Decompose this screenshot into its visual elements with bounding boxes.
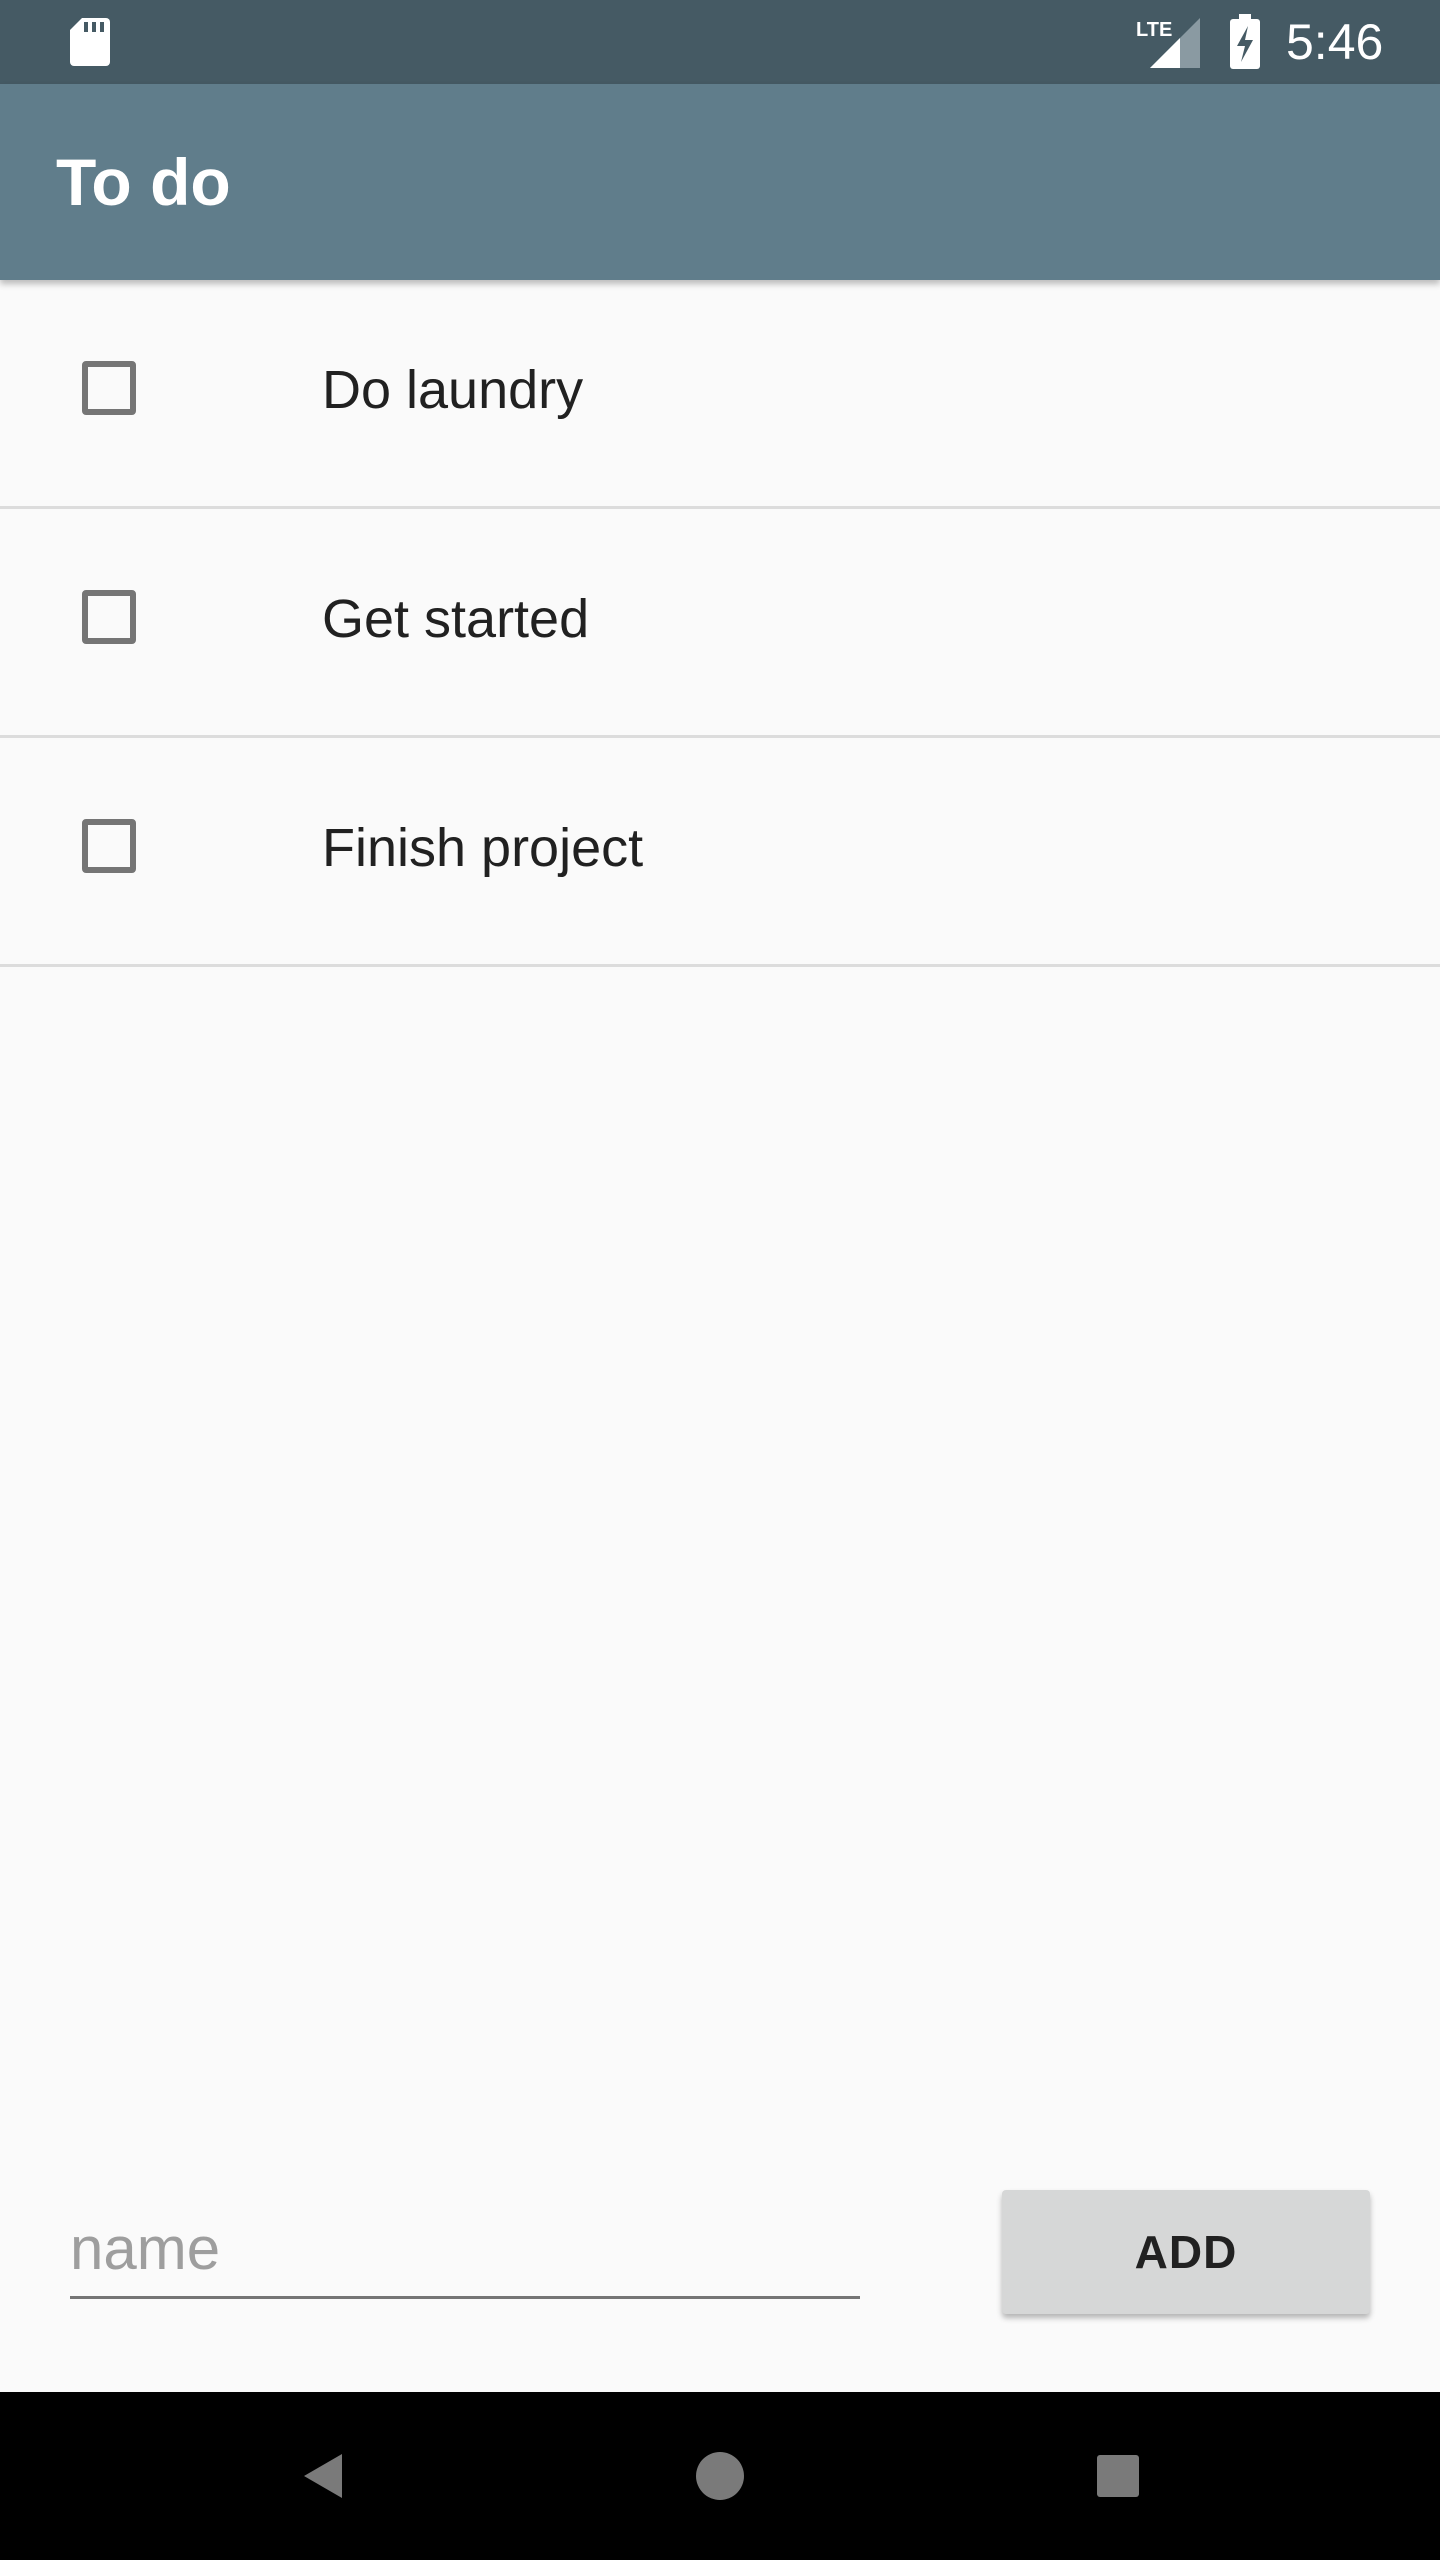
todo-label: Do laundry xyxy=(322,360,584,420)
lte-signal-icon: LTE xyxy=(1136,18,1200,68)
todo-checkbox[interactable] xyxy=(82,590,136,644)
back-icon[interactable] xyxy=(280,2434,364,2518)
app-bar: To do xyxy=(0,84,1440,280)
todo-list: Do laundry Get started Finish project xyxy=(0,280,1440,967)
navigation-bar xyxy=(0,2392,1440,2560)
name-input[interactable] xyxy=(70,2200,860,2299)
add-button[interactable]: ADD xyxy=(1002,2190,1370,2314)
todo-label: Finish project xyxy=(322,818,644,878)
todo-item[interactable]: Do laundry xyxy=(0,280,1440,509)
app-title: To do xyxy=(56,145,231,219)
status-bar: LTE 5:46 xyxy=(0,0,1440,84)
recents-icon[interactable] xyxy=(1076,2434,1160,2518)
todo-label: Get started xyxy=(322,589,590,649)
screen: LTE 5:46 To do Do laundry Get started Fi… xyxy=(0,0,1440,2560)
sd-card-icon xyxy=(70,18,110,66)
todo-checkbox[interactable] xyxy=(82,819,136,873)
todo-item[interactable]: Get started xyxy=(0,509,1440,738)
home-icon[interactable] xyxy=(678,2434,762,2518)
todo-checkbox[interactable] xyxy=(82,361,136,415)
lte-label: LTE xyxy=(1136,19,1172,41)
status-clock: 5:46 xyxy=(1286,14,1384,70)
todo-item[interactable]: Finish project xyxy=(0,738,1440,967)
battery-charging-icon xyxy=(1230,14,1260,69)
